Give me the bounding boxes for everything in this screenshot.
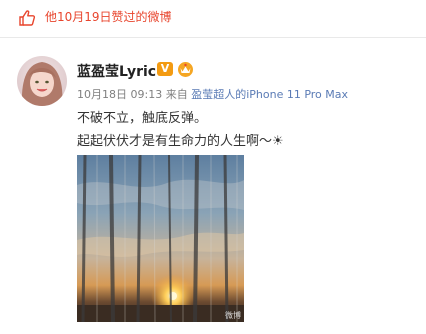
device-source[interactable]: 盈莹超人的iPhone 11 Pro Max (191, 88, 348, 101)
avatar[interactable] (17, 56, 67, 106)
username[interactable]: 蓝盈莹Lyric (77, 61, 156, 81)
liked-notice-text: 他10月19日赞过的微博 (45, 10, 172, 24)
post-meta: 10月18日 09:13 来自 盈莹超人的iPhone 11 Pro Max (77, 86, 348, 102)
image-watermark: 微博 (225, 311, 241, 320)
post-image[interactable] (77, 155, 244, 322)
verified-badge: V (157, 62, 173, 76)
post-timestamp[interactable]: 10月18日 09:13 (77, 88, 162, 101)
crown-member-icon (178, 62, 193, 77)
thumbs-up-icon (19, 10, 36, 26)
divider (0, 37, 426, 38)
post-content-line-2: 起起伏伏才是有生命力的人生啊～☀ (77, 134, 284, 149)
post-content-line-1: 不破不立，触底反弹。 (77, 111, 208, 126)
from-label: 来自 (165, 88, 188, 101)
liked-notice-bar: 他10月19日赞过的微博 (0, 0, 426, 35)
